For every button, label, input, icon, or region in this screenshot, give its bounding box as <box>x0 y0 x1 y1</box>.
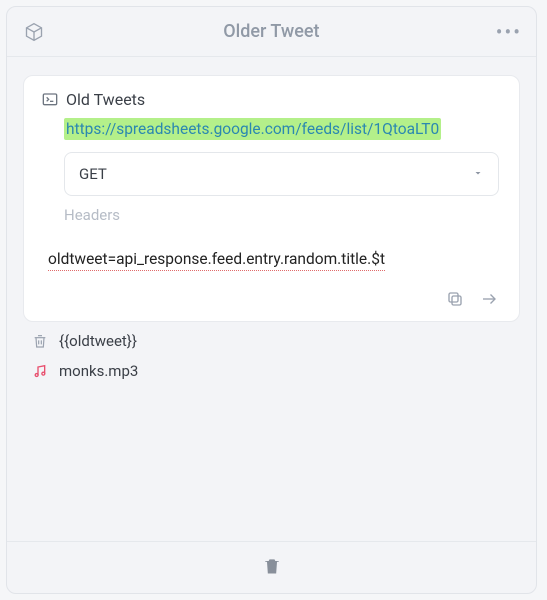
music-icon <box>31 362 49 380</box>
audio-file-label: monks.mp3 <box>59 362 138 380</box>
terminal-icon <box>42 92 58 108</box>
cube-icon[interactable] <box>21 19 47 45</box>
audio-file-row[interactable]: monks.mp3 <box>23 356 520 386</box>
expression-text: oldtweet=api_response.feed.entry.random.… <box>48 250 385 271</box>
http-method-select[interactable]: GET <box>64 152 499 196</box>
arrow-right-icon[interactable] <box>479 289 499 309</box>
card-title: Old Tweets <box>66 90 145 109</box>
panel-footer <box>7 541 536 593</box>
url-field[interactable]: https://spreadsheets.google.com/feeds/li… <box>64 119 499 138</box>
card-actions <box>42 285 501 311</box>
panel-body: Old Tweets https://spreadsheets.google.c… <box>7 57 536 541</box>
panel-header: Older Tweet ••• <box>7 7 536 57</box>
card-title-row: Old Tweets <box>42 90 501 109</box>
duplicate-icon[interactable] <box>445 289 465 309</box>
expression-row[interactable]: oldtweet=api_response.feed.entry.random.… <box>42 240 501 285</box>
panel-title: Older Tweet <box>47 21 496 42</box>
http-method-value: GET <box>79 165 107 183</box>
chevron-down-icon <box>472 165 484 183</box>
url-text: https://spreadsheets.google.com/feeds/li… <box>64 118 441 140</box>
editor-panel: Older Tweet ••• Old Tweets https://sprea… <box>6 6 537 594</box>
more-menu-icon[interactable]: ••• <box>496 20 522 44</box>
template-variable-label: {{oldtweet}} <box>59 332 137 350</box>
template-variable-row[interactable]: {{oldtweet}} <box>23 322 520 356</box>
delete-button[interactable] <box>262 556 282 580</box>
headers-input[interactable]: Headers <box>64 206 499 224</box>
trash-icon <box>31 332 49 350</box>
http-request-card: Old Tweets https://spreadsheets.google.c… <box>23 75 520 322</box>
